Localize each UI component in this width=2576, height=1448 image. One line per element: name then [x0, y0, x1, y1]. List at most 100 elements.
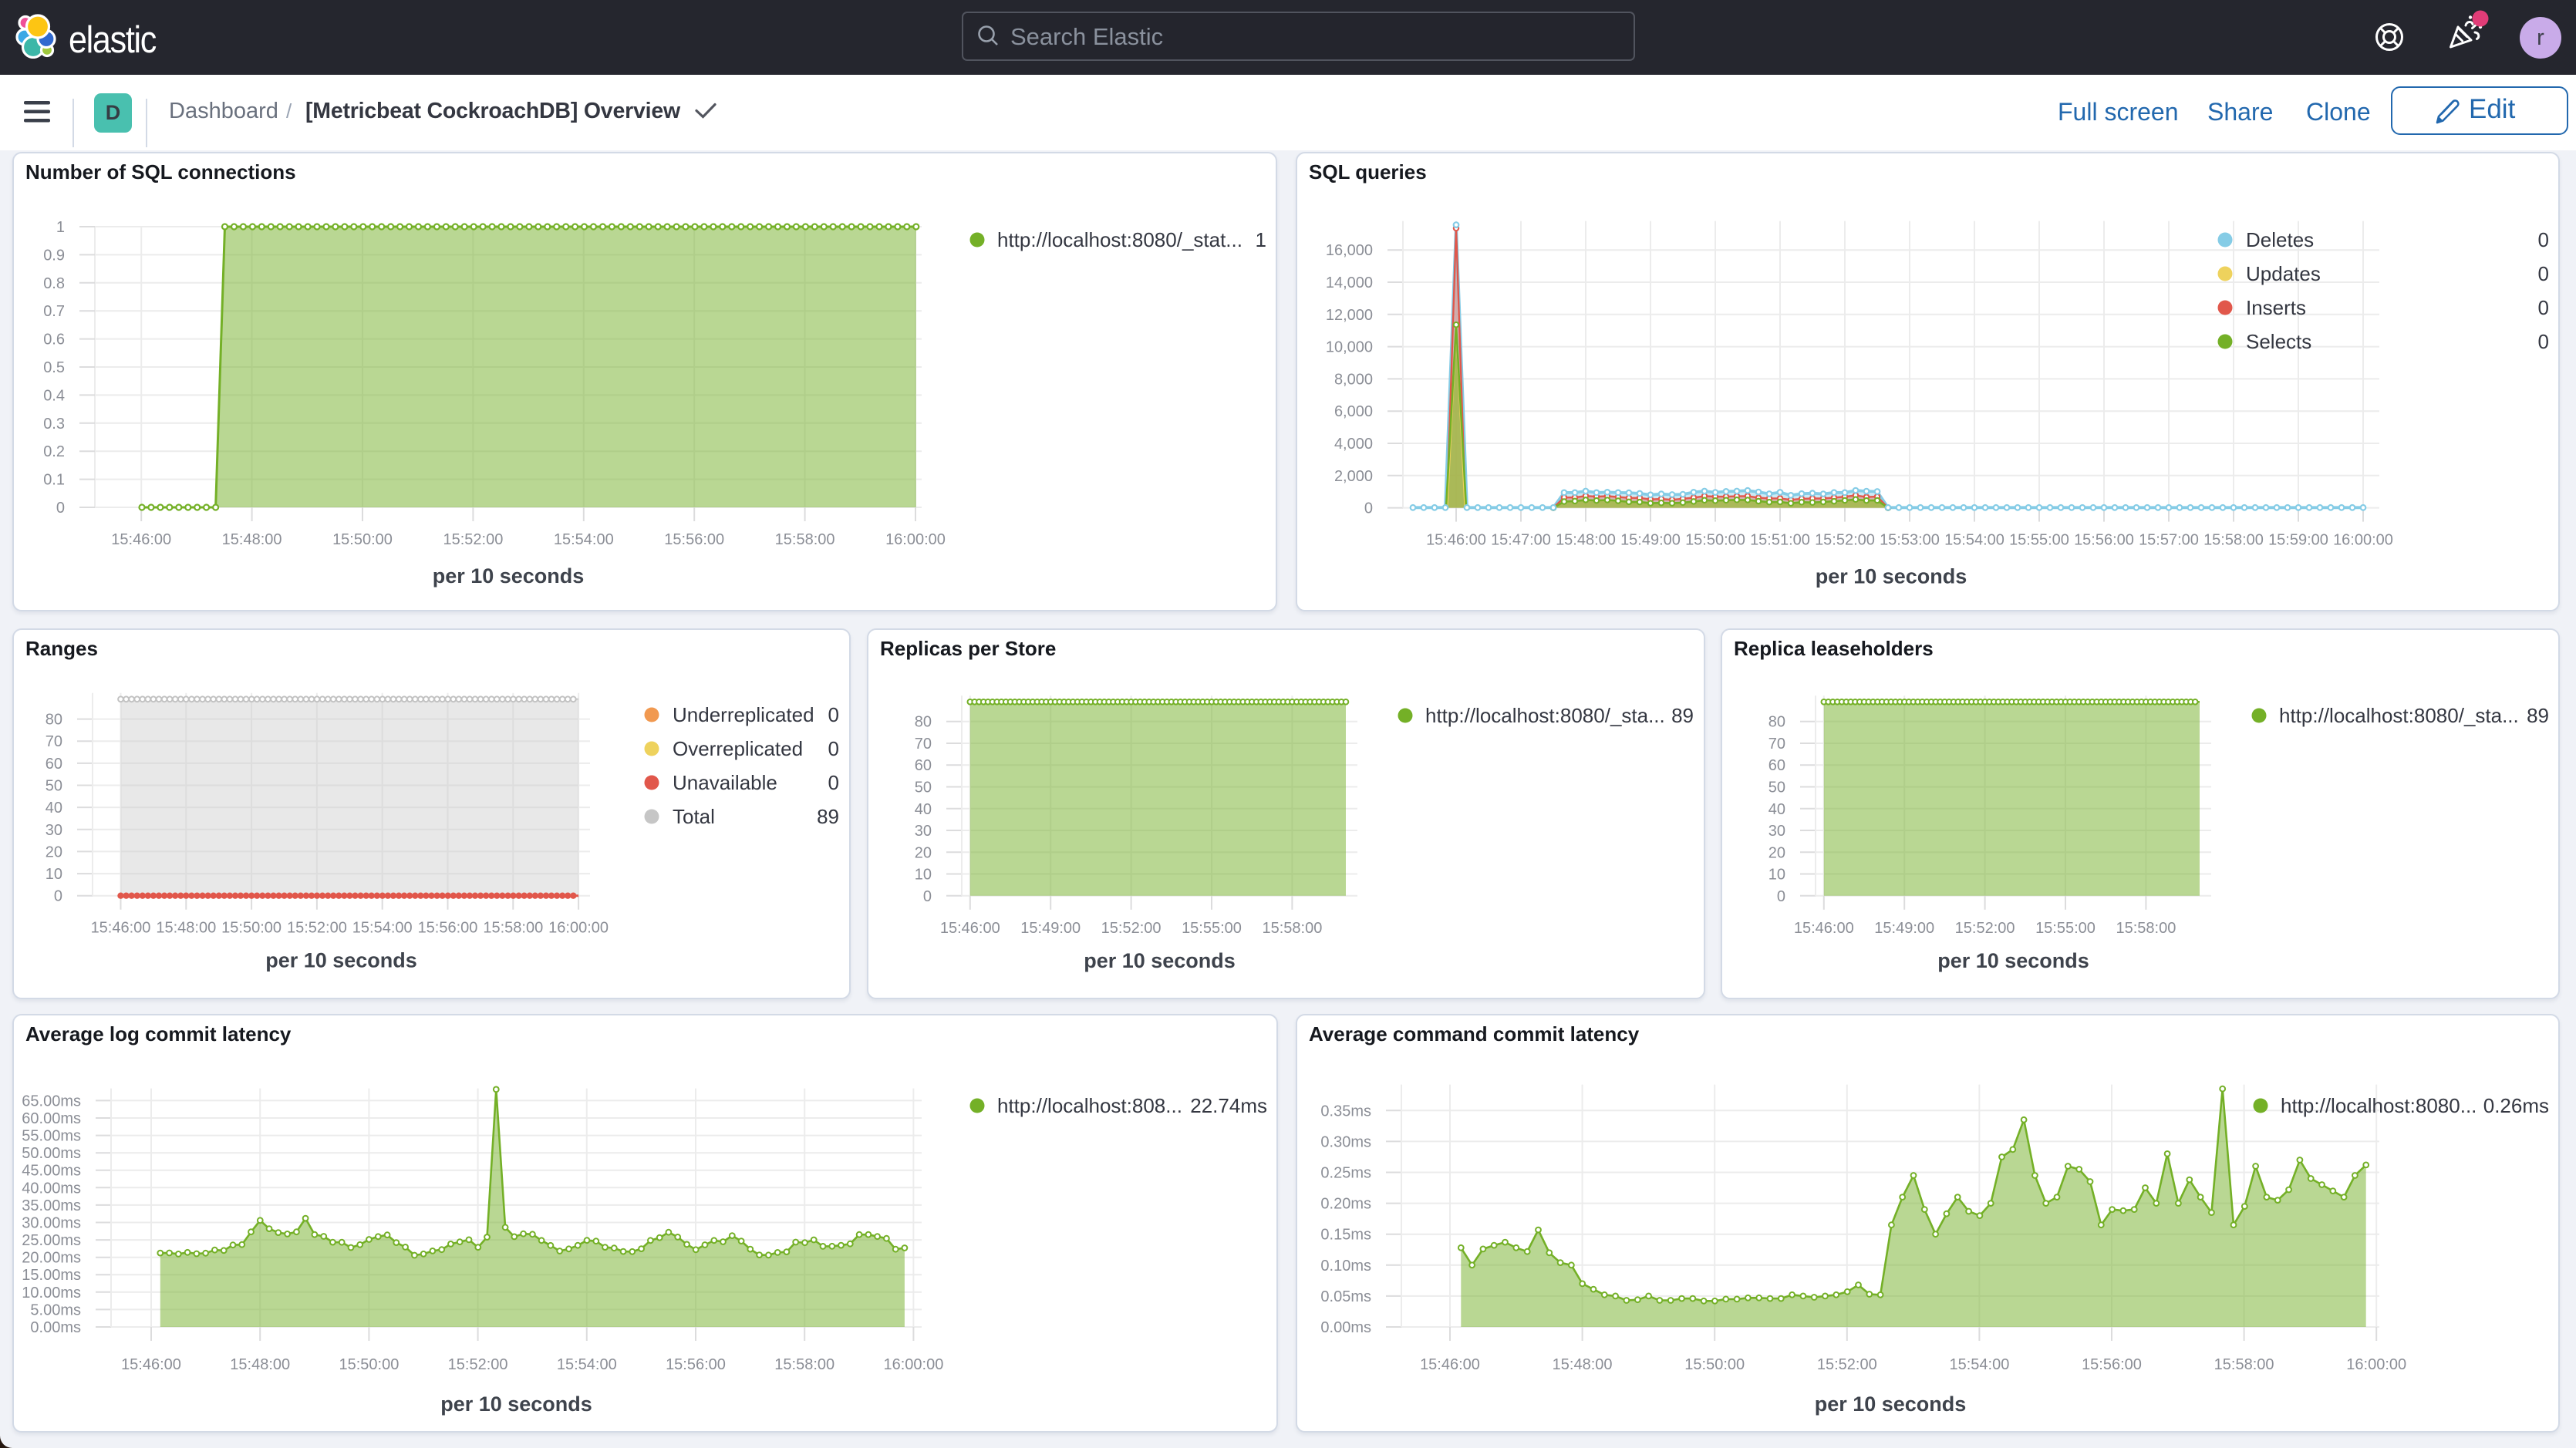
svg-text:60: 60 — [915, 757, 932, 774]
svg-text:70: 70 — [915, 736, 932, 753]
svg-text:15:48:00: 15:48:00 — [156, 920, 216, 937]
svg-text:0: 0 — [2538, 296, 2549, 319]
svg-text:per 10 seconds: per 10 seconds — [1816, 565, 1967, 588]
svg-text:Selects: Selects — [2246, 330, 2311, 353]
svg-text:Updates: Updates — [2246, 262, 2321, 285]
svg-text:15:46:00: 15:46:00 — [1794, 920, 1854, 937]
svg-text:per 10 seconds: per 10 seconds — [1937, 949, 2089, 972]
svg-text:0.00ms: 0.00ms — [30, 1319, 81, 1336]
svg-text:40.00ms: 40.00ms — [22, 1180, 81, 1197]
svg-text:0: 0 — [923, 888, 932, 905]
svg-text:10.00ms: 10.00ms — [22, 1285, 81, 1302]
svg-text:Underreplicated: Underreplicated — [673, 703, 814, 726]
svg-text:15:46:00: 15:46:00 — [91, 920, 151, 937]
svg-text:Deletes: Deletes — [2246, 228, 2314, 251]
svg-text:Unavailable: Unavailable — [673, 771, 777, 794]
svg-text:0.4: 0.4 — [43, 387, 65, 404]
svg-text:16:00:00: 16:00:00 — [548, 920, 609, 937]
svg-text:0: 0 — [1777, 888, 1785, 905]
svg-text:0.9: 0.9 — [43, 247, 65, 264]
svg-text:http://localhost:808...: http://localhost:808... — [997, 1094, 1182, 1117]
svg-text:0.3: 0.3 — [43, 416, 65, 433]
svg-text:89: 89 — [817, 805, 839, 828]
svg-text:15:58:00: 15:58:00 — [775, 531, 835, 548]
svg-text:10: 10 — [46, 866, 62, 883]
svg-text:16:00:00: 16:00:00 — [885, 531, 946, 548]
svg-text:10,000: 10,000 — [1326, 339, 1373, 356]
svg-text:8,000: 8,000 — [1334, 371, 1373, 388]
svg-text:15:50:00: 15:50:00 — [339, 1356, 399, 1373]
svg-text:16,000: 16,000 — [1326, 242, 1373, 259]
svg-text:22.74ms: 22.74ms — [1190, 1094, 1267, 1117]
svg-text:16:00:00: 16:00:00 — [883, 1356, 943, 1373]
svg-text:Inserts: Inserts — [2246, 296, 2306, 319]
svg-text:15:53:00: 15:53:00 — [1880, 532, 1940, 549]
svg-text:Overreplicated: Overreplicated — [673, 737, 803, 760]
svg-text:15:51:00: 15:51:00 — [1750, 532, 1810, 549]
svg-text:15:50:00: 15:50:00 — [1684, 1356, 1745, 1373]
svg-text:15:49:00: 15:49:00 — [1020, 920, 1081, 937]
svg-text:0.00ms: 0.00ms — [1320, 1319, 1371, 1336]
svg-text:45.00ms: 45.00ms — [22, 1163, 81, 1180]
svg-text:50: 50 — [915, 780, 932, 796]
svg-text:15:52:00: 15:52:00 — [1815, 532, 1875, 549]
svg-text:15:50:00: 15:50:00 — [332, 531, 393, 548]
svg-text:per 10 seconds: per 10 seconds — [1084, 949, 1236, 972]
svg-text:0.26ms: 0.26ms — [2483, 1094, 2549, 1117]
svg-text:6,000: 6,000 — [1334, 403, 1373, 420]
svg-text:15:48:00: 15:48:00 — [222, 531, 282, 548]
svg-text:0: 0 — [2538, 228, 2549, 251]
svg-text:0.5: 0.5 — [43, 359, 65, 376]
svg-text:55.00ms: 55.00ms — [22, 1128, 81, 1145]
svg-text:30: 30 — [46, 822, 62, 839]
svg-text:25.00ms: 25.00ms — [22, 1232, 81, 1249]
svg-text:15:49:00: 15:49:00 — [1620, 532, 1681, 549]
svg-text:2,000: 2,000 — [1334, 468, 1373, 485]
svg-text:15:58:00: 15:58:00 — [483, 920, 543, 937]
svg-text:15:57:00: 15:57:00 — [2139, 532, 2199, 549]
svg-text:15:52:00: 15:52:00 — [443, 531, 503, 548]
svg-text:0.2: 0.2 — [43, 443, 65, 460]
svg-text:0.05ms: 0.05ms — [1320, 1288, 1371, 1305]
svg-text:15:46:00: 15:46:00 — [940, 920, 1000, 937]
svg-text:80: 80 — [46, 712, 62, 729]
svg-text:40: 40 — [915, 801, 932, 818]
svg-text:15:47:00: 15:47:00 — [1491, 532, 1551, 549]
svg-text:0.6: 0.6 — [43, 332, 65, 349]
svg-text:50.00ms: 50.00ms — [22, 1145, 81, 1162]
svg-text:0.20ms: 0.20ms — [1320, 1196, 1371, 1213]
svg-text:70: 70 — [46, 733, 62, 750]
svg-text:80: 80 — [915, 714, 932, 731]
svg-text:50: 50 — [46, 778, 62, 795]
svg-text:15:58:00: 15:58:00 — [2203, 532, 2264, 549]
svg-text:40: 40 — [1768, 801, 1785, 818]
svg-text:15:50:00: 15:50:00 — [1685, 532, 1745, 549]
svg-text:0.1: 0.1 — [43, 472, 65, 489]
svg-text:15:52:00: 15:52:00 — [1101, 920, 1162, 937]
svg-text:15:59:00: 15:59:00 — [2268, 532, 2328, 549]
svg-text:http://localhost:8080/_sta...: http://localhost:8080/_sta... — [2279, 704, 2519, 727]
svg-text:15:46:00: 15:46:00 — [1420, 1356, 1480, 1373]
svg-text:10: 10 — [1768, 867, 1785, 884]
svg-text:70: 70 — [1768, 736, 1785, 753]
svg-text:15:54:00: 15:54:00 — [352, 920, 413, 937]
svg-text:15:54:00: 15:54:00 — [554, 531, 614, 548]
svg-text:15:58:00: 15:58:00 — [2214, 1356, 2274, 1373]
svg-text:89: 89 — [2527, 704, 2549, 727]
svg-text:15:56:00: 15:56:00 — [2074, 532, 2134, 549]
svg-text:20: 20 — [915, 844, 932, 861]
svg-text:16:00:00: 16:00:00 — [2346, 1356, 2406, 1373]
svg-text:per 10 seconds: per 10 seconds — [440, 1392, 592, 1416]
svg-text:5.00ms: 5.00ms — [30, 1302, 81, 1318]
svg-text:15.00ms: 15.00ms — [22, 1267, 81, 1284]
svg-text:15:50:00: 15:50:00 — [221, 920, 282, 937]
svg-text:35.00ms: 35.00ms — [22, 1197, 81, 1214]
svg-text:30: 30 — [1768, 823, 1785, 840]
svg-text:0: 0 — [2538, 262, 2549, 285]
svg-text:1: 1 — [1256, 228, 1266, 251]
svg-text:15:52:00: 15:52:00 — [287, 920, 347, 937]
svg-text:14,000: 14,000 — [1326, 274, 1373, 291]
svg-text:4,000: 4,000 — [1334, 436, 1373, 453]
svg-text:per 10 seconds: per 10 seconds — [1815, 1392, 1967, 1416]
svg-text:15:49:00: 15:49:00 — [1874, 920, 1934, 937]
